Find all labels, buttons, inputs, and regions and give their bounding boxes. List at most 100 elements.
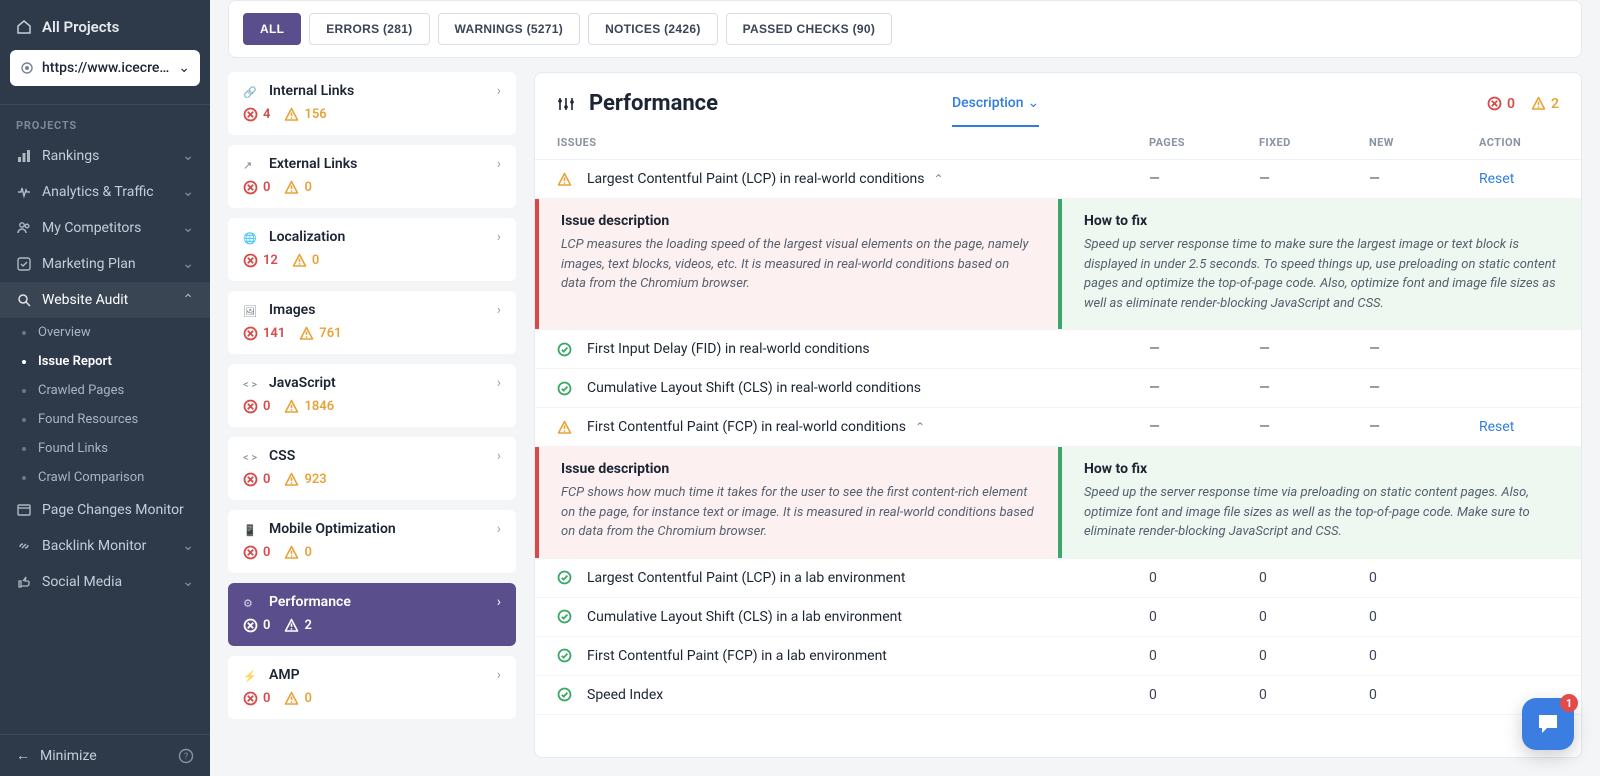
check-icon	[557, 342, 579, 357]
category-card[interactable]: 🖼Images›141761	[228, 291, 516, 354]
subnav-issue-report[interactable]: Issue Report	[0, 347, 210, 376]
project-selector[interactable]: https://www.icecream... ⌄	[10, 50, 200, 86]
thumbs-up-icon	[16, 574, 32, 590]
category-card[interactable]: ↗External Links›00	[228, 145, 516, 208]
audit-icon	[16, 292, 32, 308]
fixed-cell: —	[1259, 341, 1369, 357]
th-pages: PAGES	[1149, 136, 1259, 149]
issue-row[interactable]: First Input Delay (FID) in real-world co…	[535, 330, 1581, 369]
warning-count: 761	[299, 326, 341, 341]
new-cell: 0	[1369, 687, 1479, 703]
category-list: 🔗Internal Links›4156↗External Links›00🌐L…	[228, 72, 516, 758]
reset-link[interactable]: Reset	[1479, 419, 1514, 435]
reset-link[interactable]: Reset	[1479, 171, 1514, 187]
category-card[interactable]: 🔗Internal Links›4156	[228, 72, 516, 135]
chevron-up-icon: ⌃	[182, 292, 194, 308]
filter-all[interactable]: ALL	[243, 13, 301, 45]
filter-passed[interactable]: PASSED CHECKS (90)	[726, 13, 893, 45]
pulse-icon	[16, 184, 32, 200]
chevron-down-icon: ⌄	[182, 220, 194, 236]
category-title: JavaScript	[269, 375, 336, 391]
subnav-crawl-comparison[interactable]: Crawl Comparison	[0, 463, 210, 492]
warning-count: 0	[284, 180, 311, 195]
pages-cell: —	[1149, 380, 1259, 396]
svg-text:⚡: ⚡	[243, 670, 257, 683]
category-icon: 🌐	[243, 230, 259, 245]
nav-social-media[interactable]: Social Media⌄	[0, 564, 210, 600]
category-card[interactable]: < >JavaScript›01846	[228, 364, 516, 427]
chat-button[interactable]: 1	[1522, 698, 1574, 750]
category-card[interactable]: 📱Mobile Optimization›00	[228, 510, 516, 573]
issue-row[interactable]: First Contentful Paint (FCP) in a lab en…	[535, 637, 1581, 676]
category-title: CSS	[269, 448, 295, 464]
chevron-up-icon: ⌃	[912, 420, 925, 434]
chat-icon	[1535, 711, 1561, 737]
th-action: ACTION	[1479, 136, 1559, 149]
nav-marketing-plan[interactable]: Marketing Plan⌄	[0, 246, 210, 282]
main: ALL ERRORS (281) WARNINGS (5271) NOTICES…	[210, 0, 1600, 776]
chevron-right-icon: ›	[497, 156, 501, 172]
category-card[interactable]: ⚙Performance›02	[228, 583, 516, 646]
error-count: 0	[243, 180, 270, 195]
nav-rankings[interactable]: Rankings⌄	[0, 138, 210, 174]
issue-row[interactable]: Largest Contentful Paint (LCP) in a lab …	[535, 559, 1581, 598]
warning-count: 0	[284, 691, 311, 706]
chevron-down-icon: ⌄	[182, 256, 194, 272]
issue-row[interactable]: Largest Contentful Paint (LCP) in real-w…	[535, 160, 1581, 199]
category-card[interactable]: < >CSS›0923	[228, 437, 516, 500]
all-projects-link[interactable]: All Projects	[10, 12, 200, 50]
chevron-right-icon: ›	[497, 375, 501, 391]
warning-count: 2	[284, 618, 311, 633]
issue-expansion: Issue descriptionFCP shows how much time…	[535, 447, 1581, 559]
subnav-overview[interactable]: Overview	[0, 318, 210, 347]
nav-website-audit[interactable]: Website Audit⌃	[0, 282, 210, 318]
detail-title: Performance	[589, 91, 718, 116]
chevron-down-icon: ⌄	[178, 60, 190, 76]
sidebar: All Projects https://www.icecream... ⌄ P…	[0, 0, 210, 776]
chevron-down-icon: ⌄	[182, 148, 194, 164]
audit-submenu: Overview Issue Report Crawled Pages Foun…	[0, 318, 210, 492]
new-cell: —	[1369, 171, 1479, 187]
issue-row[interactable]: Speed Index000	[535, 676, 1581, 715]
filter-errors[interactable]: ERRORS (281)	[309, 13, 429, 45]
issue-row[interactable]: First Contentful Paint (FCP) in real-wor…	[535, 408, 1581, 447]
chevron-down-icon: ⌄	[1028, 95, 1040, 111]
chevron-up-icon: ⌃	[931, 172, 944, 186]
how-to-fix: How to fixSpeed up server response time …	[1058, 199, 1581, 329]
error-icon	[1487, 96, 1502, 111]
help-icon[interactable]: ?	[178, 748, 194, 764]
bar-chart-icon	[16, 148, 32, 164]
warning-count: 0	[292, 253, 319, 268]
view-dropdown[interactable]: Description ⌄	[952, 95, 1039, 127]
subnav-found-resources[interactable]: Found Resources	[0, 405, 210, 434]
fixed-cell: —	[1259, 171, 1369, 187]
nav-competitors[interactable]: My Competitors⌄	[0, 210, 210, 246]
svg-text:↗: ↗	[243, 159, 252, 172]
issue-row[interactable]: Cumulative Layout Shift (CLS) in a lab e…	[535, 598, 1581, 637]
filter-warnings[interactable]: WARNINGS (5271)	[438, 13, 581, 45]
fixed-cell: 0	[1259, 609, 1369, 625]
pages-cell: —	[1149, 171, 1259, 187]
link-icon	[16, 538, 32, 554]
issue-description: Issue descriptionLCP measures the loadin…	[535, 199, 1058, 329]
table-header: ISSUES PAGES FIXED NEW ACTION	[535, 126, 1581, 160]
category-card[interactable]: ⚡AMP›00	[228, 656, 516, 719]
subnav-found-links[interactable]: Found Links	[0, 434, 210, 463]
nav-backlink-monitor[interactable]: Backlink Monitor⌄	[0, 528, 210, 564]
issue-description: Issue descriptionFCP shows how much time…	[535, 447, 1058, 558]
filter-notices[interactable]: NOTICES (2426)	[588, 13, 718, 45]
category-card[interactable]: 🌐Localization›120	[228, 218, 516, 281]
nav-analytics[interactable]: Analytics & Traffic⌄	[0, 174, 210, 210]
filter-bar: ALL ERRORS (281) WARNINGS (5271) NOTICES…	[228, 0, 1582, 58]
issue-row[interactable]: Cumulative Layout Shift (CLS) in real-wo…	[535, 369, 1581, 408]
issue-name: Cumulative Layout Shift (CLS) in real-wo…	[587, 380, 1149, 396]
chevron-right-icon: ›	[497, 229, 501, 245]
nav-page-changes[interactable]: Page Changes Monitor	[0, 492, 210, 528]
new-cell: —	[1369, 341, 1479, 357]
issue-name: First Contentful Paint (FCP) in real-wor…	[587, 419, 1149, 435]
subnav-crawled-pages[interactable]: Crawled Pages	[0, 376, 210, 405]
check-icon	[557, 570, 579, 585]
project-url: https://www.icecream...	[42, 60, 170, 76]
error-count: 141	[243, 326, 285, 341]
minimize-button[interactable]: Minimize	[40, 748, 97, 764]
